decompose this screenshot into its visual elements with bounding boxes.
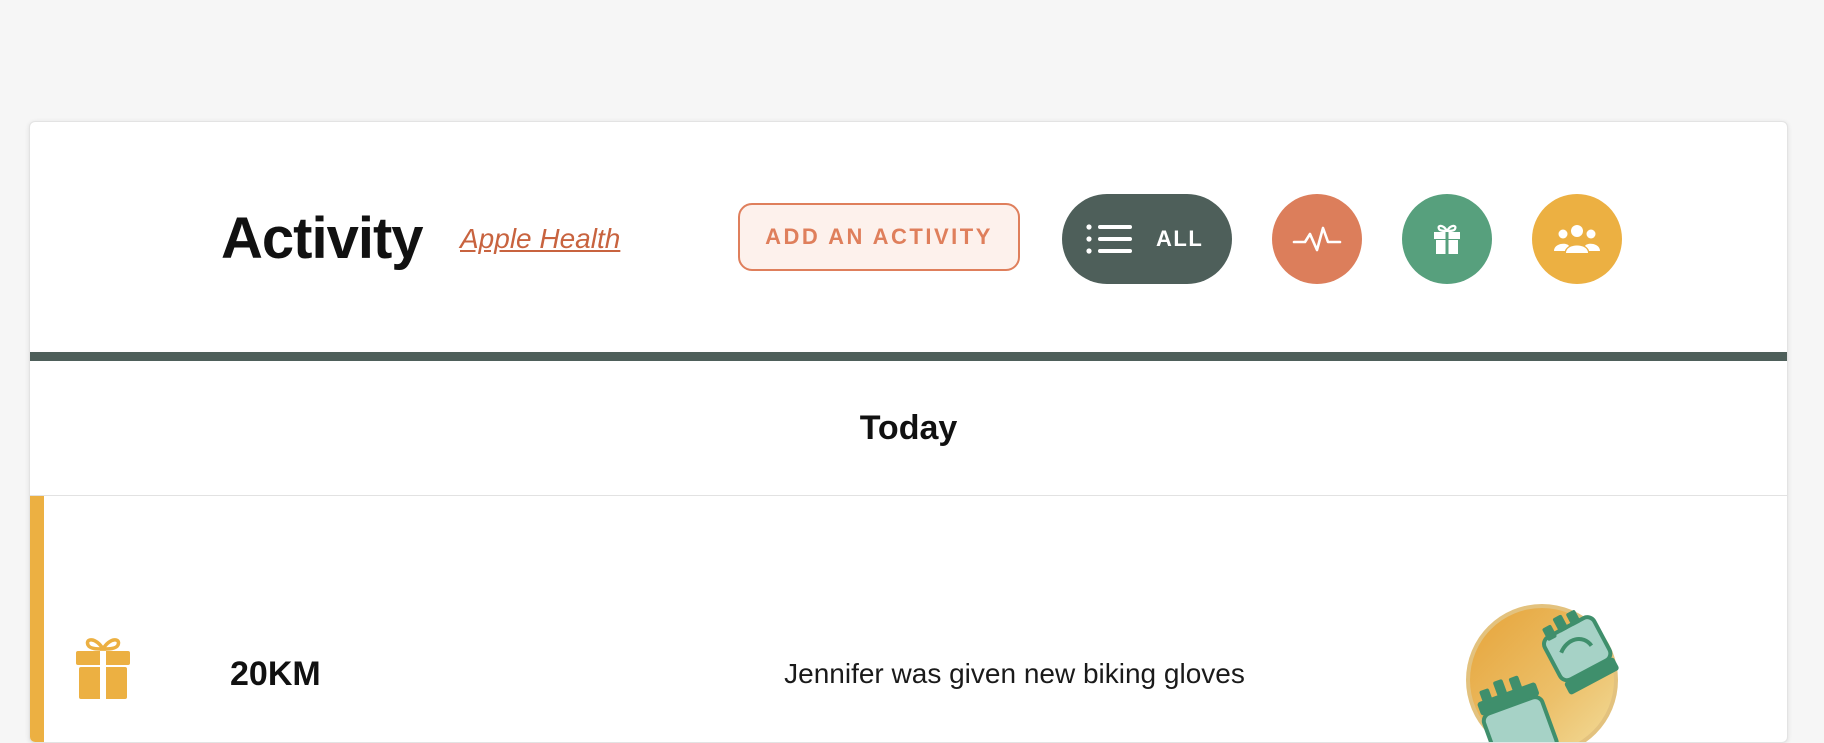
heartbeat-icon — [1292, 226, 1342, 252]
filter-activity-button[interactable] — [1272, 194, 1362, 284]
filter-rewards-button[interactable] — [1402, 194, 1492, 284]
apple-health-link[interactable]: Apple Health — [460, 221, 620, 257]
activity-card: Activity Apple Health ADD AN ACTIVITY AL… — [29, 121, 1788, 743]
filter-all-button[interactable]: ALL — [1062, 194, 1232, 284]
add-activity-button[interactable]: ADD AN ACTIVITY — [738, 203, 1020, 271]
group-icon — [1554, 225, 1600, 253]
filter-all-label: ALL — [1156, 226, 1204, 251]
biking-gloves-badge — [1466, 604, 1619, 742]
gift-icon — [1434, 224, 1460, 254]
page-title: Activity — [221, 206, 424, 271]
filter-social-button[interactable] — [1532, 194, 1622, 284]
day-heading: Today — [859, 409, 958, 447]
list-icon — [1086, 224, 1132, 254]
activity-header: Activity Apple Health ADD AN ACTIVITY AL… — [30, 122, 1787, 352]
header-divider — [30, 352, 1787, 361]
